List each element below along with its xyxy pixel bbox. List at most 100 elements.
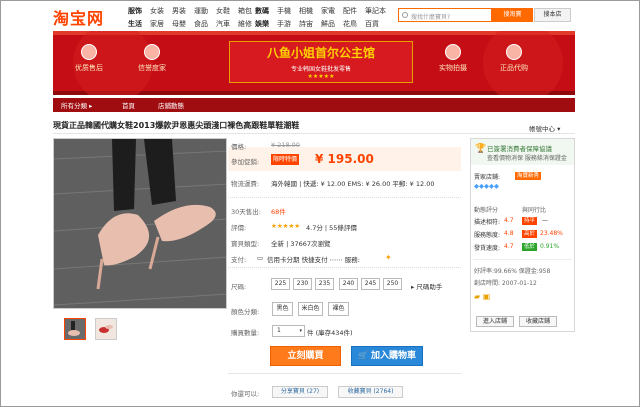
dsr-pct: — xyxy=(542,217,548,224)
dsr-tag-label: 低於 xyxy=(522,243,538,251)
dsr-label: 發貨速度: xyxy=(474,245,501,252)
trophy-icon: 🏆 xyxy=(475,144,487,154)
dsr-title: 動態評分 xyxy=(474,207,499,214)
shipping-value: 海外韓國 | 快遞: ¥ 12.00 EMS: ¥ 26.00 平郵: ¥ 12… xyxy=(271,180,435,188)
size-option-225[interactable]: 225 xyxy=(271,278,290,290)
dsr-tag-label: 高於 xyxy=(522,230,538,238)
shop-name-plaque: 八鱼小姐首尔公主馆 专业韩国女鞋批发零售 ★★★★★ xyxy=(229,41,413,83)
banner-feature-label: 优质售后 xyxy=(75,64,103,72)
banner-feature-real-photos: 实物拍摄 xyxy=(427,44,479,73)
seller-level-badge: 淘寶新秀 xyxy=(515,172,542,180)
nav-link[interactable]: 手機 xyxy=(277,6,299,16)
sales-count: 68件 xyxy=(271,208,286,216)
nav-link[interactable]: 數碼 xyxy=(255,6,277,16)
buy-now-button[interactable]: 立刻購買 xyxy=(270,346,341,366)
seller-label: 賣家店鋪: xyxy=(474,174,501,181)
nav-link[interactable]: 女鞋 xyxy=(216,6,238,16)
size-helper-link[interactable]: ▸ 尺碼助手 xyxy=(411,281,442,291)
sales-label: 30天售出: xyxy=(231,208,261,216)
banner-feature-reputation: 信誉度家 xyxy=(126,44,178,73)
nav-link[interactable]: 食品 xyxy=(194,19,216,29)
good-rate-text: 好評率:99.66% 保證金:958 xyxy=(474,268,551,275)
dsr-tag-label: 持平 xyxy=(522,217,538,225)
color-option-ivory[interactable]: 米白色 xyxy=(298,302,323,316)
shop-stars: ★★★★★ xyxy=(307,73,335,80)
color-label: 顏色分類: xyxy=(231,308,260,316)
size-option-235[interactable]: 235 xyxy=(315,278,334,290)
share-item-button[interactable]: 分享寶貝 (27) xyxy=(272,386,328,398)
size-option-230[interactable]: 230 xyxy=(293,278,312,290)
nav-link[interactable]: 鮮品 xyxy=(321,19,343,29)
all-categories-link[interactable]: 所有分類 ▸ xyxy=(61,100,92,110)
dsr-pct: 0.91% xyxy=(540,243,560,250)
nav-link[interactable]: 家電 xyxy=(321,6,343,16)
nav-link[interactable]: 相機 xyxy=(299,6,321,16)
rating-value[interactable]: 4.7分 | 55條評價 xyxy=(306,222,357,232)
nav-link[interactable]: 母嬰 xyxy=(172,19,194,29)
add-to-cart-label: 加入購物車 xyxy=(371,351,417,361)
color-option-black[interactable]: 黑色 xyxy=(272,302,293,316)
shop-since-text: 創店時間: 2007-01-12 xyxy=(474,280,537,287)
dsr-score: 4.8 xyxy=(504,230,514,237)
seller-tag: 淘寶新秀 xyxy=(515,172,542,180)
shield-icon xyxy=(81,44,97,60)
thumbnail[interactable] xyxy=(64,318,86,340)
collect-shop-button[interactable]: 收藏店鋪 xyxy=(519,316,557,327)
dsr-label: 描述相符: xyxy=(474,219,501,226)
home-link[interactable]: 首頁 xyxy=(122,100,135,110)
thumbnail[interactable] xyxy=(95,318,117,340)
shop-dynamics-link[interactable]: 店鋪動態 xyxy=(158,100,184,110)
shipping-label: 物流運費: xyxy=(231,180,260,188)
rating-label: 評價: xyxy=(231,224,247,232)
dsr-score: 4.7 xyxy=(504,243,514,250)
nav-link[interactable]: 汽車 xyxy=(216,19,238,29)
quantity-label: 購買數量: xyxy=(231,329,260,337)
shop-tagline: 专业韩国女鞋批发零售 xyxy=(290,66,351,73)
cart-icon: 🛒 xyxy=(357,351,368,360)
search-shop-button[interactable]: 搜本店 xyxy=(534,8,571,22)
service-icons: ▰ ▣ xyxy=(474,292,491,301)
collect-item-button[interactable]: 收藏寶貝 (2764) xyxy=(338,386,403,398)
nav-link[interactable]: 百貨 xyxy=(365,19,387,29)
banner-feature-genuine: 正品代购 xyxy=(488,44,540,73)
nav-link[interactable]: 生活 xyxy=(128,19,150,29)
color-option-nude[interactable]: 裸色 xyxy=(328,302,349,316)
dsr-label: 服務態度: xyxy=(474,232,501,239)
nav-link[interactable]: 娛樂 xyxy=(255,19,277,29)
nav-link[interactable]: 配件 xyxy=(343,6,365,16)
share-label: 你還可以: xyxy=(231,390,260,398)
banner-feature-after-sales: 优质售后 xyxy=(63,44,115,73)
protection-title[interactable]: 已簽署消費者保障協議 xyxy=(487,143,552,153)
card-icon: ▭ xyxy=(257,254,264,262)
nav-link[interactable]: 筆記本 xyxy=(365,6,387,16)
nav-link[interactable]: 女装 xyxy=(150,6,172,16)
item-type-label: 寶貝類型: xyxy=(231,240,260,248)
nav-link[interactable]: 家居 xyxy=(150,19,172,29)
nav-link[interactable]: 詩宙 xyxy=(299,19,321,29)
shop-name: 八鱼小姐首尔公主馆 xyxy=(266,46,375,60)
search-input[interactable]: 搜找什麼寶貝? xyxy=(398,8,492,22)
search-taobao-button[interactable]: 搜淘寶 xyxy=(492,8,533,22)
divider xyxy=(228,373,461,374)
taobao-logo[interactable]: 淘宝网 xyxy=(53,5,104,29)
banner-feature-label: 正品代购 xyxy=(500,64,528,72)
nav-link[interactable]: 花鳥 xyxy=(343,19,365,29)
diamond-icons: ◆◆◆◆◆ xyxy=(474,182,499,190)
account-center-link[interactable]: 帳號中心 ▾ xyxy=(529,123,560,133)
add-to-cart-button[interactable]: 🛒 加入購物車 xyxy=(351,346,423,366)
dsr-score: 4.7 xyxy=(504,217,514,224)
size-option-245[interactable]: 245 xyxy=(361,278,380,290)
dsr-tag: 高於 xyxy=(522,229,538,238)
nav-link[interactable]: 運動 xyxy=(194,6,216,16)
payment-label: 支付: xyxy=(231,256,247,264)
quantity-stepper[interactable]: 1 ▾ xyxy=(272,325,305,337)
size-option-240[interactable]: 240 xyxy=(339,278,358,290)
payment-value: 信用卡分期 快捷支付 ⋯⋯ 服務: xyxy=(267,256,360,264)
nav-link[interactable]: 服饰 xyxy=(128,6,150,16)
nav-link[interactable]: 手游 xyxy=(277,19,299,29)
nav-link[interactable]: 男装 xyxy=(172,6,194,16)
enter-shop-button[interactable]: 進入店鋪 xyxy=(476,316,514,327)
product-main-image[interactable] xyxy=(53,138,227,309)
size-option-250[interactable]: 250 xyxy=(383,278,402,290)
size-label: 尺碼: xyxy=(231,283,247,291)
